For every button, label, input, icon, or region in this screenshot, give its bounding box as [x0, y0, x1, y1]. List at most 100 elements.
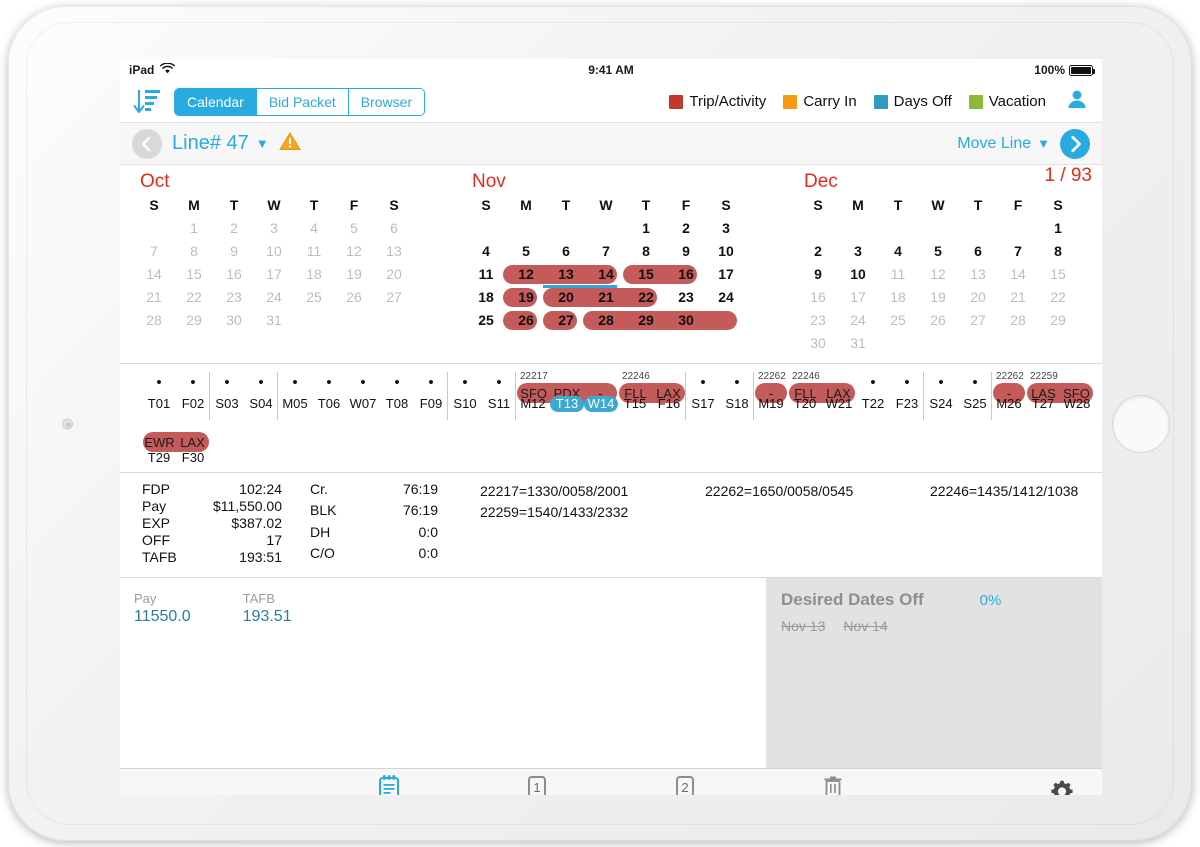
calendar-day-cell[interactable]: 29 [626, 309, 666, 332]
calendar-day-cell[interactable]: 14 [998, 263, 1038, 286]
calendar-day-cell[interactable]: 13 [958, 263, 998, 286]
calendar-day-cell[interactable]: 15 [174, 263, 214, 286]
trip-strip-day-column[interactable]: • M05 [278, 370, 312, 412]
home-button[interactable] [1112, 394, 1170, 453]
calendar-day-cell[interactable]: 13 [374, 240, 414, 263]
trip-strip-day-column[interactable]: M12 [516, 370, 550, 412]
calendar-day-cell[interactable]: 26 [506, 309, 546, 332]
calendar-day-cell[interactable]: 26 [334, 286, 374, 309]
calendar-day-cell[interactable]: 16 [798, 286, 838, 309]
trip-strip-day-column[interactable]: F30 [176, 428, 210, 466]
chevron-down-icon[interactable]: ▼ [1037, 136, 1050, 151]
calendar-day-cell[interactable]: 8 [626, 240, 666, 263]
calendar-day-cell[interactable]: 28 [134, 309, 174, 332]
calendar-day-cell[interactable]: 21 [998, 286, 1038, 309]
next-line-button[interactable] [1060, 128, 1090, 159]
trip-strip-day-column[interactable]: • S18 [720, 370, 754, 412]
trip-strip-day-column[interactable]: M26 [992, 370, 1026, 412]
calendar-day-cell[interactable]: 17 [706, 263, 746, 286]
calendar-day-cell[interactable]: 7 [134, 240, 174, 263]
calendar-day-cell[interactable]: 12 [918, 263, 958, 286]
tab-eliminated[interactable]: Eliminated (17) [787, 774, 879, 795]
trip-strip-day-column[interactable]: • T08 [380, 370, 414, 412]
calendar-day-cell[interactable]: 29 [1038, 309, 1078, 332]
calendar-day-cell[interactable]: 23 [666, 286, 706, 309]
calendar-day-cell[interactable]: 28 [586, 309, 626, 332]
calendar-day-cell[interactable]: 10 [838, 263, 878, 286]
calendar-day-cell[interactable]: 30 [214, 309, 254, 332]
trip-strip-day-column[interactable]: M19 [754, 370, 788, 412]
calendar-day-cell[interactable]: 7 [998, 240, 1038, 263]
calendar-day-cell[interactable]: 22 [1038, 286, 1078, 309]
calendar-day-cell[interactable]: 18 [466, 286, 506, 309]
calendar-day-cell[interactable]: 6 [374, 217, 414, 240]
calendar-day-cell[interactable]: 19 [918, 286, 958, 309]
tab-bid-packet[interactable]: Bid Packet [256, 88, 349, 115]
calendar-day-cell[interactable]: 27 [374, 286, 414, 309]
previous-line-button[interactable] [132, 128, 162, 159]
calendar-day-cell[interactable]: 5 [918, 240, 958, 263]
calendar-day-cell[interactable]: 12 [334, 240, 374, 263]
calendar-day-cell[interactable]: 22 [626, 286, 666, 309]
trip-strip-day-column[interactable]: • S17 [686, 370, 720, 412]
calendar-day-cell[interactable]: 14 [586, 263, 626, 286]
calendar-day-cell[interactable]: 25 [466, 309, 506, 332]
calendar-day-cell[interactable]: 2 [214, 217, 254, 240]
calendar-day-cell[interactable]: 26 [918, 309, 958, 332]
calendar-day-cell[interactable]: 20 [546, 286, 586, 309]
tab-work-1[interactable]: 1 Work 1 (12) [491, 774, 583, 795]
chevron-down-icon[interactable]: ▼ [256, 136, 269, 151]
calendar-day-cell[interactable]: 3 [838, 240, 878, 263]
calendar-day-cell[interactable]: 20 [374, 263, 414, 286]
calendar-day-cell[interactable]: 16 [214, 263, 254, 286]
calendar-day-cell[interactable]: 3 [254, 217, 294, 240]
tab-work-2[interactable]: 2 Work 2 (9) [639, 774, 731, 795]
calendar-day-cell[interactable]: 8 [1038, 240, 1078, 263]
calendar-day-cell[interactable]: 15 [1038, 263, 1078, 286]
trip-strip-day-column[interactable]: T20 [788, 370, 822, 412]
calendar-day-cell[interactable]: 21 [134, 286, 174, 309]
calendar-day-cell[interactable]: 30 [666, 309, 706, 332]
calendar-day-cell[interactable]: 9 [798, 263, 838, 286]
calendar-day-cell[interactable]: 11 [466, 263, 506, 286]
trip-strip-day-column[interactable]: • T01 [142, 370, 176, 412]
warning-triangle-icon[interactable] [278, 131, 301, 156]
tab-browser[interactable]: Browser [348, 88, 425, 115]
tab-bidding[interactable]: Bidding (93) [343, 774, 435, 795]
trip-strip-day-column[interactable]: T27 [1026, 370, 1060, 412]
calendar-day-cell[interactable]: 13 [546, 263, 586, 286]
calendar-day-cell[interactable]: 24 [838, 309, 878, 332]
calendar-day-cell[interactable]: 10 [254, 240, 294, 263]
calendar-day-cell[interactable]: 25 [294, 286, 334, 309]
trip-strip-day-column[interactable]: • F23 [890, 370, 924, 412]
calendar-day-cell[interactable]: 23 [798, 309, 838, 332]
calendar-day-cell[interactable]: 27 [546, 309, 586, 332]
calendar-day-cell[interactable]: 2 [798, 240, 838, 263]
trip-strip-day-column[interactable]: • S03 [210, 370, 244, 412]
line-selector[interactable]: Line# 47 ▼ [172, 132, 269, 155]
calendar-day-cell[interactable]: 14 [134, 263, 174, 286]
calendar-day-cell[interactable]: 8 [174, 240, 214, 263]
trip-strip-day-column[interactable]: • S25 [958, 370, 992, 412]
calendar-day-cell[interactable]: 12 [506, 263, 546, 286]
calendar-day-cell[interactable]: 5 [506, 240, 546, 263]
calendar-day-cell[interactable]: 25 [878, 309, 918, 332]
calendar-day-cell[interactable]: 4 [466, 240, 506, 263]
calendar-day-cell[interactable]: 10 [706, 240, 746, 263]
trip-strip-day-column[interactable]: F16 [652, 370, 686, 412]
trip-strip-day-column[interactable]: • T22 [856, 370, 890, 412]
trip-strip-day-column[interactable]: T29 [142, 428, 176, 466]
view-mode-segmented-control[interactable]: Calendar Bid Packet Browser [174, 87, 426, 116]
calendar-day-cell[interactable]: 19 [334, 263, 374, 286]
trip-strip-day-column[interactable]: • W07 [346, 370, 380, 412]
calendar-day-cell[interactable]: 16 [666, 263, 706, 286]
calendar-day-cell[interactable]: 18 [294, 263, 334, 286]
calendar-day-cell[interactable]: 29 [174, 309, 214, 332]
trip-strip-day-column[interactable]: • F02 [176, 370, 210, 412]
calendar-day-cell[interactable]: 9 [214, 240, 254, 263]
sort-descending-icon[interactable] [130, 86, 164, 118]
calendar-day-cell[interactable]: 28 [998, 309, 1038, 332]
calendar-day-cell[interactable]: 22 [174, 286, 214, 309]
calendar-day-cell[interactable]: 4 [294, 217, 334, 240]
calendar-day-cell[interactable]: 9 [666, 240, 706, 263]
